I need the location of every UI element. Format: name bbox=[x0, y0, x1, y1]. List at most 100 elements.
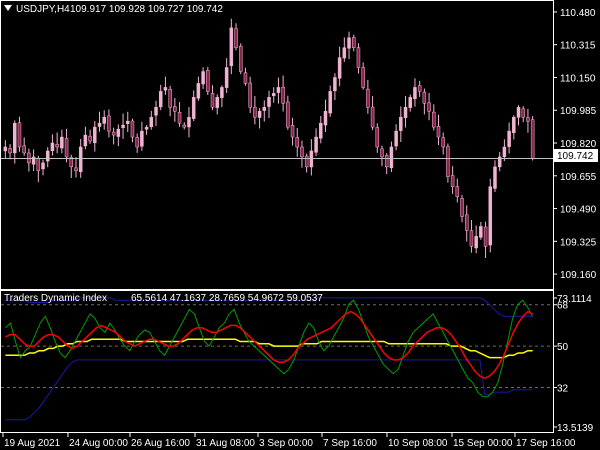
candle-body bbox=[173, 106, 177, 112]
candle-body bbox=[229, 27, 234, 67]
chart-window: USDJPY,H4 109.917 109.928 109.727 109.74… bbox=[0, 0, 600, 450]
time-tick-label: 24 Aug 00:00 bbox=[69, 438, 128, 449]
candle-body bbox=[253, 106, 257, 118]
candle-body bbox=[483, 226, 488, 247]
candle-body bbox=[36, 157, 41, 172]
candle-body bbox=[210, 93, 215, 108]
time-tick-label: 26 Aug 16:00 bbox=[131, 438, 190, 449]
candle-body bbox=[337, 57, 342, 79]
candle-body bbox=[64, 138, 69, 158]
price-tick-label: 109.490 bbox=[560, 205, 597, 216]
price-tick-label: 109.160 bbox=[560, 270, 597, 281]
price-tick-label: 109.325 bbox=[560, 237, 597, 248]
candle-body bbox=[328, 91, 332, 114]
candle-body bbox=[319, 122, 323, 139]
candle-body bbox=[356, 47, 361, 68]
candle-body bbox=[224, 67, 229, 88]
candle-body bbox=[394, 130, 398, 147]
candle-body bbox=[300, 146, 304, 158]
candle-body bbox=[182, 124, 187, 128]
candle-body bbox=[375, 127, 380, 148]
candle-body bbox=[380, 148, 384, 158]
price-tick-label: 109.985 bbox=[560, 106, 597, 117]
candle-body bbox=[187, 116, 191, 128]
candle-body bbox=[13, 122, 17, 154]
candle-body bbox=[22, 145, 26, 154]
candle-body bbox=[130, 120, 135, 138]
candle-body bbox=[342, 47, 347, 59]
price-tick-label: 110.150 bbox=[560, 73, 596, 84]
candle-body bbox=[276, 87, 281, 93]
candle-body bbox=[191, 97, 196, 119]
candle-body bbox=[474, 236, 478, 249]
candle-body bbox=[220, 87, 224, 98]
candle-body bbox=[455, 186, 460, 197]
candle-body bbox=[351, 37, 356, 48]
candle-body bbox=[507, 130, 511, 147]
level-tick-label: 68 bbox=[557, 301, 569, 312]
candle-body bbox=[479, 226, 483, 238]
candle-body bbox=[422, 91, 427, 104]
ohlc-values: 109.917 109.928 109.727 109.742 bbox=[70, 4, 223, 15]
price-tick-label: 109.820 bbox=[560, 139, 597, 150]
candle-body bbox=[140, 130, 144, 147]
candle-body bbox=[361, 67, 365, 88]
price-axis: 110.480 110.315 110.150 109.985 109.820 109.6… bbox=[553, 8, 597, 281]
symbol-timeframe: USDJPY,H4 bbox=[16, 4, 70, 15]
price-tick-label: 110.315 bbox=[560, 41, 596, 52]
candle-body bbox=[126, 120, 130, 124]
candle-body bbox=[8, 148, 12, 154]
candle-body bbox=[432, 111, 436, 128]
candle-body bbox=[516, 107, 521, 118]
candle-body bbox=[239, 45, 243, 72]
candle-body bbox=[262, 107, 267, 111]
candle-body bbox=[521, 108, 525, 118]
candle-body bbox=[502, 146, 507, 158]
candle-body bbox=[50, 142, 55, 152]
candle-body bbox=[347, 37, 351, 49]
candle-body bbox=[530, 119, 535, 159]
candle-body bbox=[93, 126, 97, 144]
candle-body bbox=[74, 167, 78, 172]
time-tick-label: 17 Sep 16:00 bbox=[516, 438, 576, 449]
candle-body bbox=[366, 88, 370, 108]
candle-body bbox=[417, 85, 422, 92]
candle-body bbox=[286, 101, 290, 128]
candle-body bbox=[323, 110, 328, 126]
time-tick-label: 7 Sep 16:00 bbox=[323, 438, 377, 449]
candle-body bbox=[267, 97, 271, 107]
candle-body bbox=[234, 28, 238, 48]
candle-body bbox=[295, 137, 299, 148]
candle-body bbox=[60, 136, 64, 149]
candle-body bbox=[403, 107, 408, 118]
candle-body bbox=[154, 107, 158, 116]
candle-body bbox=[111, 131, 116, 136]
chart-background bbox=[0, 0, 600, 450]
level-tick-label: 13.5139 bbox=[557, 423, 594, 434]
candle-body bbox=[196, 83, 201, 99]
candle-body bbox=[168, 89, 172, 108]
candle-body bbox=[488, 186, 493, 246]
candle-body bbox=[446, 146, 450, 178]
candle-body bbox=[304, 155, 309, 168]
candle-body bbox=[215, 97, 219, 108]
candle-body bbox=[158, 91, 163, 108]
candle-body bbox=[399, 116, 403, 131]
candle-body bbox=[271, 93, 276, 97]
current-price-label: 109.742 bbox=[557, 151, 594, 162]
time-tick-label: 3 Sep 00:00 bbox=[259, 438, 313, 449]
candle-body bbox=[3, 146, 8, 152]
candle-body bbox=[464, 214, 469, 231]
time-tick-label: 10 Sep 08:00 bbox=[388, 438, 448, 449]
candle-body bbox=[243, 72, 248, 84]
price-tick-label: 109.655 bbox=[560, 172, 597, 183]
candle-body bbox=[88, 135, 92, 142]
candle-body bbox=[97, 122, 102, 127]
candle-body bbox=[135, 137, 139, 148]
time-tick-label: 19 Aug 2021 bbox=[4, 438, 61, 449]
level-tick-label: 50 bbox=[557, 342, 569, 353]
candle-body bbox=[107, 115, 111, 132]
candle-body bbox=[27, 152, 31, 164]
candle-body bbox=[389, 146, 394, 168]
candle-body bbox=[206, 70, 210, 92]
